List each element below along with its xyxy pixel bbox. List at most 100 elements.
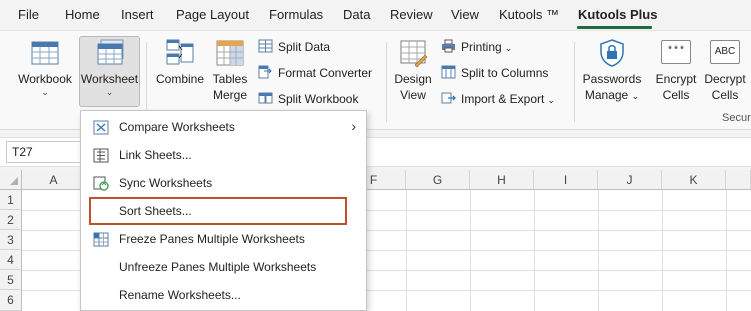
chevron-down-icon: ⌄ [504, 43, 513, 53]
name-box[interactable]: T27 [6, 141, 81, 163]
ribbon-group-label-security: Secur [722, 112, 751, 124]
import-export-button[interactable]: Import & Export ⌄ [441, 91, 555, 106]
tab-home[interactable]: Home [65, 7, 100, 22]
combine-label: Combine [155, 72, 205, 86]
active-tab-indicator [577, 26, 652, 29]
split-to-columns-label: Split to Columns [461, 66, 549, 80]
menu-item-compare-worksheets[interactable]: Compare Worksheets › [81, 113, 366, 141]
import-export-icon [441, 92, 456, 104]
ribbon-separator [386, 42, 387, 122]
tables-merge-icon [216, 40, 244, 66]
split-data-label: Split Data [278, 40, 331, 54]
chevron-down-icon: ⌄ [41, 87, 49, 97]
menu-tab-bar: File Home Insert Page Layout Formulas Da… [0, 0, 751, 30]
workbook-label: Workbook [18, 72, 72, 86]
column-header[interactable]: K [662, 170, 726, 190]
column-header[interactable]: H [470, 170, 534, 190]
printing-label: Printing [461, 40, 502, 54]
link-sheets-icon [93, 148, 109, 163]
design-view-label-2: View [400, 88, 426, 102]
printer-icon [442, 39, 455, 53]
column-header[interactable] [726, 170, 751, 190]
combine-button[interactable]: Combine [152, 38, 208, 87]
grid-col-line [470, 190, 471, 311]
format-converter-icon [258, 65, 272, 79]
menu-item-rename-worksheets[interactable]: Rename Worksheets... [81, 281, 366, 309]
decrypt-label-1: Decrypt [704, 72, 746, 86]
workbook-button[interactable]: Workbook ⌄ [14, 38, 76, 97]
tab-file[interactable]: File [18, 7, 39, 22]
tab-page-layout[interactable]: Page Layout [176, 7, 249, 22]
column-header[interactable]: I [534, 170, 598, 190]
split-to-columns-button[interactable]: Split to Columns [441, 65, 548, 80]
sort-sheets-highlight [89, 197, 347, 225]
sync-icon [93, 176, 109, 191]
grid-col-line [406, 190, 407, 311]
tables-merge-button[interactable]: Tables Merge [210, 38, 250, 103]
menu-item-link-sheets[interactable]: Link Sheets... [81, 141, 366, 169]
passwords-manage-button[interactable]: Passwords Manage ⌄ [581, 38, 643, 104]
menu-item-label: Rename Worksheets... [119, 288, 241, 302]
column-header[interactable]: G [406, 170, 470, 190]
grid-col-line [662, 190, 663, 311]
compare-icon [93, 120, 109, 135]
worksheet-button[interactable]: Worksheet ⌄ [80, 38, 139, 97]
row-header[interactable]: 6 [0, 290, 22, 311]
row-header[interactable]: 3 [0, 230, 22, 250]
split-workbook-button[interactable]: Split Workbook [258, 91, 358, 106]
row-header[interactable]: 4 [0, 250, 22, 270]
encrypt-cells-button[interactable]: *** Encrypt Cells [653, 38, 699, 103]
decrypt-label-2: Cells [711, 88, 739, 102]
row-header[interactable]: 2 [0, 210, 22, 230]
chevron-down-icon: ⌄ [105, 87, 114, 97]
freeze-icon [93, 232, 109, 247]
worksheet-label: Worksheet [80, 72, 139, 86]
design-view-label-1: Design [394, 72, 432, 86]
tab-review[interactable]: Review [390, 7, 433, 22]
tab-formulas[interactable]: Formulas [269, 7, 323, 22]
workbook-icon [31, 41, 59, 65]
column-header[interactable]: A [22, 170, 86, 190]
passwords-label-1: Passwords [582, 72, 642, 86]
menu-item-sync-worksheets[interactable]: Sync Worksheets [81, 169, 366, 197]
decrypt-cells-button[interactable]: ABC Decrypt Cells [703, 38, 747, 103]
worksheet-icon [97, 39, 123, 65]
encrypt-label-2: Cells [662, 88, 690, 102]
ribbon-separator [574, 42, 575, 122]
import-export-label: Import & Export [461, 92, 545, 106]
format-converter-button[interactable]: Format Converter [258, 65, 372, 80]
row-header[interactable]: 5 [0, 270, 22, 290]
menu-item-label: Freeze Panes Multiple Worksheets [119, 232, 305, 246]
encrypt-label-1: Encrypt [655, 72, 697, 86]
chevron-down-icon: ⌄ [631, 91, 640, 101]
chevron-down-icon: ⌄ [547, 95, 555, 105]
shield-lock-icon [600, 39, 624, 67]
menu-item-label: Unfreeze Panes Multiple Worksheets [119, 260, 317, 274]
grid-col-line [598, 190, 599, 311]
tab-kutools-plus[interactable]: Kutools Plus [578, 7, 657, 22]
printing-button[interactable]: Printing ⌄ [441, 39, 512, 54]
chevron-right-icon: › [351, 118, 356, 134]
decrypt-icon: ABC [710, 40, 740, 64]
menu-item-label: Compare Worksheets [119, 120, 235, 134]
design-view-icon [400, 40, 428, 68]
split-data-button[interactable]: Split Data [258, 39, 330, 54]
tab-insert[interactable]: Insert [121, 7, 154, 22]
format-converter-label: Format Converter [278, 66, 373, 80]
split-workbook-label: Split Workbook [278, 92, 359, 106]
split-workbook-icon [258, 92, 273, 104]
select-all-triangle-icon [10, 177, 18, 185]
menu-item-unfreeze-panes-multiple[interactable]: Unfreeze Panes Multiple Worksheets [81, 253, 366, 281]
tab-view[interactable]: View [451, 7, 479, 22]
menu-item-freeze-panes-multiple[interactable]: Freeze Panes Multiple Worksheets [81, 225, 366, 253]
passwords-label-2: Manage ⌄ [584, 88, 640, 102]
column-header[interactable]: J [598, 170, 662, 190]
design-view-button[interactable]: Design View [391, 38, 435, 103]
split-data-icon [258, 39, 273, 53]
row-header[interactable]: 1 [0, 190, 22, 210]
tab-data[interactable]: Data [343, 7, 370, 22]
menu-item-label: Link Sheets... [119, 148, 192, 162]
split-to-columns-icon [441, 65, 456, 79]
grid-col-line [534, 190, 535, 311]
tab-kutools[interactable]: Kutools ™ [499, 7, 559, 22]
